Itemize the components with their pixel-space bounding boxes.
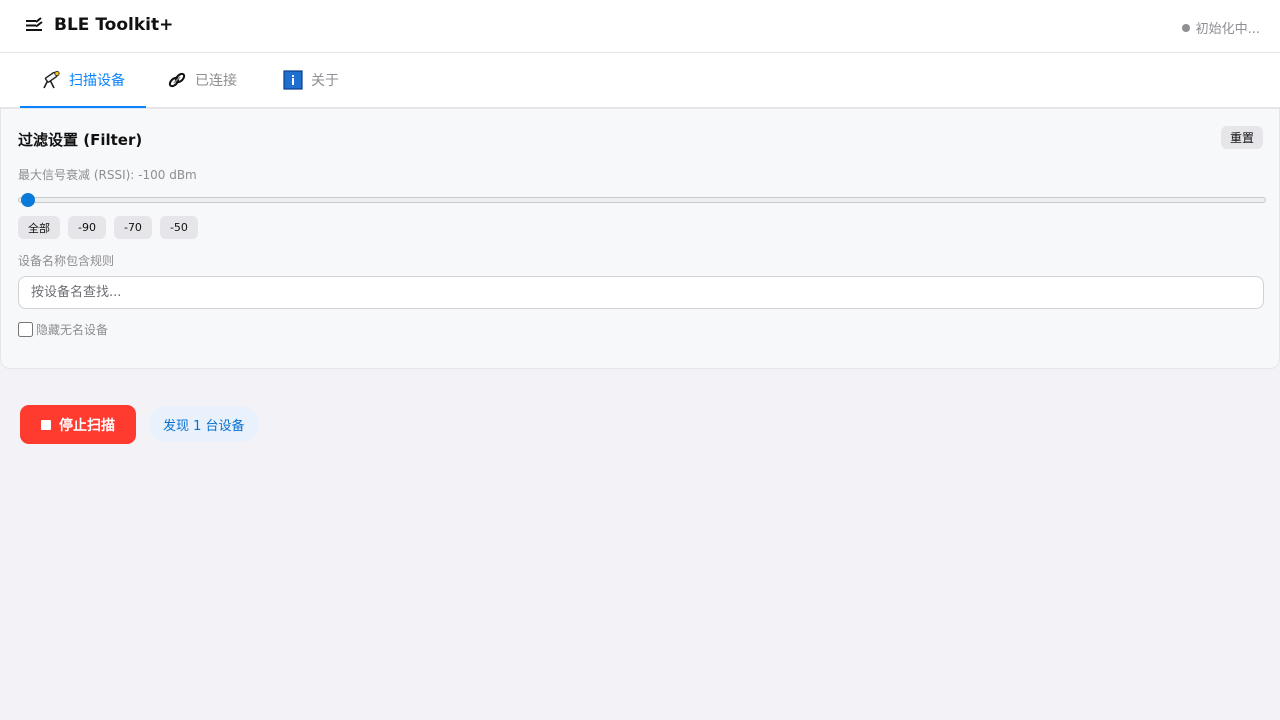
reset-button[interactable]: 重置 bbox=[1221, 126, 1263, 149]
rssi-slider[interactable] bbox=[18, 193, 1266, 207]
status-text: 初始化中... bbox=[1195, 22, 1260, 37]
device-name-search-input[interactable] bbox=[18, 276, 1264, 309]
rssi-presets: 全部 -90 -70 -50 bbox=[18, 216, 198, 239]
preset-50-button[interactable]: -50 bbox=[159, 216, 198, 239]
status-dot-icon bbox=[1181, 23, 1190, 32]
tab-bar: 扫描设备 已连接 关于 bbox=[0, 53, 1280, 108]
tab-about-label: 关于 bbox=[311, 73, 339, 89]
tab-connected[interactable]: 已连接 bbox=[167, 53, 237, 107]
preset-all-button[interactable]: 全部 bbox=[18, 216, 60, 239]
hide-unnamed-row[interactable]: 隐藏无名设备 bbox=[18, 321, 108, 338]
tab-about[interactable]: 关于 bbox=[283, 53, 339, 107]
stop-scan-button[interactable]: 停止扫描 bbox=[20, 405, 136, 444]
preset-90-button[interactable]: -90 bbox=[68, 216, 106, 239]
connection-status: 初始化中... bbox=[1181, 18, 1260, 37]
devices-found-badge: 发现 1 台设备 bbox=[149, 406, 259, 442]
tab-scan-devices[interactable]: 扫描设备 bbox=[20, 53, 146, 108]
stop-icon bbox=[41, 419, 51, 430]
slider-thumb[interactable] bbox=[21, 193, 35, 207]
filter-title: 过滤设置 (Filter) bbox=[18, 131, 143, 149]
name-filter-label: 设备名称包含规则 bbox=[18, 254, 115, 268]
menu-lines-icon bbox=[26, 17, 43, 31]
app-title: BLE Toolkit+ bbox=[54, 15, 174, 35]
link-icon bbox=[168, 72, 186, 88]
stop-scan-label: 停止扫描 bbox=[59, 417, 115, 434]
preset-70-button[interactable]: -70 bbox=[113, 216, 152, 239]
rssi-label: 最大信号衰减 (RSSI): -100 dBm bbox=[18, 168, 197, 182]
tab-scan-label: 扫描设备 bbox=[69, 73, 125, 89]
tab-connected-label: 已连接 bbox=[195, 73, 237, 89]
filter-panel: 过滤设置 (Filter) 重置 最大信号衰减 (RSSI): -100 dBm… bbox=[0, 108, 1280, 369]
hide-unnamed-checkbox[interactable] bbox=[18, 322, 33, 337]
hide-unnamed-label: 隐藏无名设备 bbox=[36, 323, 109, 337]
top-bar: BLE Toolkit+ 初始化中... bbox=[0, 0, 1280, 53]
info-icon bbox=[283, 70, 303, 90]
telescope-icon bbox=[43, 70, 60, 89]
slider-track[interactable] bbox=[18, 197, 1266, 203]
